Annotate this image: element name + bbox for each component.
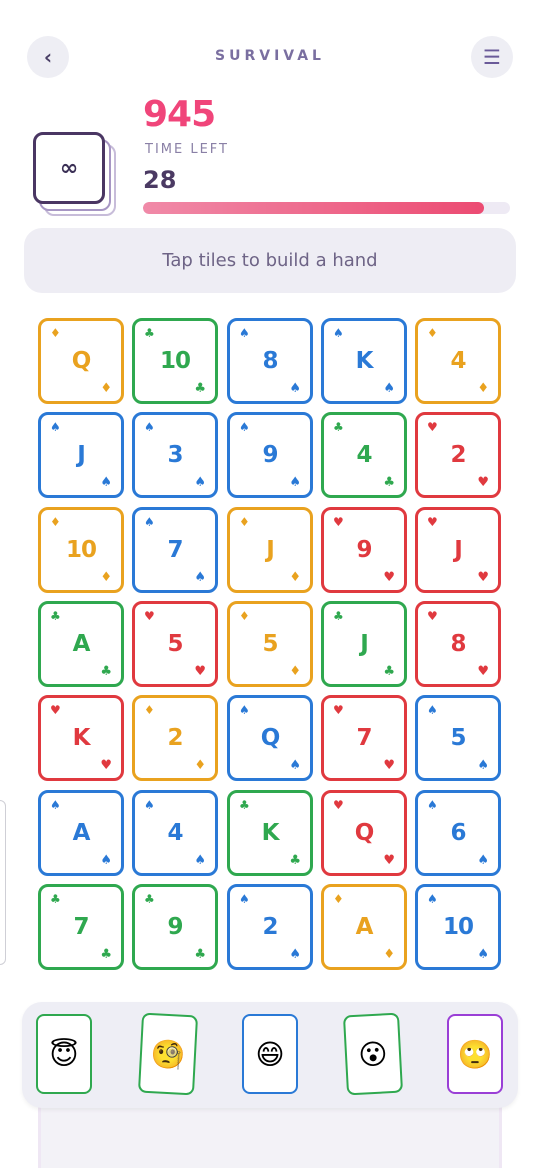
spades-suit-icon: ♠ — [383, 381, 395, 396]
card-tile[interactable]: ♥ 7 ♥ — [321, 695, 407, 781]
hearts-suit-icon: ♥ — [383, 570, 395, 585]
spades-suit-icon: ♠ — [100, 853, 112, 868]
card-tile[interactable]: ♣ 9 ♣ — [132, 884, 218, 970]
card-tile[interactable]: ♠ J ♠ — [38, 412, 124, 498]
spades-suit-icon: ♠ — [477, 758, 489, 773]
card-tile[interactable]: ♦ 5 ♦ — [227, 601, 313, 687]
diamonds-suit-icon: ♦ — [477, 381, 489, 396]
spades-suit-icon: ♠ — [289, 758, 301, 773]
card-tile[interactable]: ♦ A ♦ — [321, 884, 407, 970]
card-tile[interactable]: ♦ Q ♦ — [38, 318, 124, 404]
hearts-suit-icon: ♥ — [477, 475, 489, 490]
spades-suit-icon: ♠ — [477, 947, 489, 962]
deck-count: ∞ — [33, 132, 105, 204]
hearts-suit-icon: ♥ — [383, 758, 395, 773]
card-tile[interactable]: ♥ Q ♥ — [321, 790, 407, 876]
card-tile[interactable]: ♠ 3 ♠ — [132, 412, 218, 498]
card-tile[interactable]: ♦ 10 ♦ — [38, 507, 124, 593]
card-tile[interactable]: ♥ 8 ♥ — [415, 601, 501, 687]
card-tile[interactable]: ♥ K ♥ — [38, 695, 124, 781]
card-tile[interactable]: ♣ 4 ♣ — [321, 412, 407, 498]
card-tile[interactable]: ♥ 5 ♥ — [132, 601, 218, 687]
clubs-suit-icon: ♣ — [194, 381, 206, 396]
card-tile[interactable]: ♠ 9 ♠ — [227, 412, 313, 498]
card-tile[interactable]: ♣ 7 ♣ — [38, 884, 124, 970]
card-tile[interactable]: ♣ J ♣ — [321, 601, 407, 687]
card-tile[interactable]: ♠ 2 ♠ — [227, 884, 313, 970]
card-tile[interactable]: ♠ A ♠ — [38, 790, 124, 876]
diamonds-suit-icon: ♦ — [289, 570, 301, 585]
joker-grin-icon: 😄 — [255, 1037, 285, 1071]
card-tile[interactable]: ♠ K ♠ — [321, 318, 407, 404]
clubs-suit-icon: ♣ — [383, 475, 395, 490]
hamburger-menu-icon: ☰ — [483, 45, 501, 69]
hearts-suit-icon: ♥ — [383, 853, 395, 868]
joker-monocle-icon: 🧐 — [149, 1036, 187, 1072]
spades-suit-icon: ♠ — [289, 381, 301, 396]
spades-suit-icon: ♠ — [289, 475, 301, 490]
card-tile[interactable]: ♦ 4 ♦ — [415, 318, 501, 404]
diamonds-suit-icon: ♦ — [100, 570, 112, 585]
hint-banner: Tap tiles to build a hand — [24, 228, 516, 293]
card-tile[interactable]: ♠ 7 ♠ — [132, 507, 218, 593]
time-progress-bar — [143, 202, 510, 214]
diamonds-suit-icon: ♦ — [194, 758, 206, 773]
clubs-suit-icon: ♣ — [289, 853, 301, 868]
diamonds-suit-icon: ♦ — [289, 664, 301, 679]
score-value: 945 — [143, 94, 216, 135]
clubs-suit-icon: ♣ — [100, 947, 112, 962]
card-tile[interactable]: ♣ 10 ♣ — [132, 318, 218, 404]
spades-suit-icon: ♠ — [100, 475, 112, 490]
joker-card[interactable]: 😄 — [242, 1014, 298, 1094]
card-tile[interactable]: ♦ 2 ♦ — [132, 695, 218, 781]
clubs-suit-icon: ♣ — [383, 664, 395, 679]
joker-eyeroll-icon: 🙄 — [457, 1037, 493, 1071]
spades-suit-icon: ♠ — [194, 570, 206, 585]
hearts-suit-icon: ♥ — [477, 664, 489, 679]
card-tile[interactable]: ♣ A ♣ — [38, 601, 124, 687]
tray-backdrop — [38, 1100, 502, 1168]
spades-suit-icon: ♠ — [194, 853, 206, 868]
joker-card[interactable]: 😇 — [36, 1014, 92, 1094]
diamonds-suit-icon: ♦ — [383, 947, 395, 962]
menu-button[interactable]: ☰ — [471, 36, 513, 78]
card-tile[interactable]: ♠ 8 ♠ — [227, 318, 313, 404]
time-progress-fill — [143, 202, 485, 214]
joker-card[interactable]: 🙄 — [447, 1014, 503, 1094]
joker-card[interactable]: 😮 — [342, 1012, 404, 1096]
joker-tray: 😇 🧐 😄 😮 🙄 — [22, 1002, 518, 1108]
time-left-label: TIME LEFT — [145, 142, 229, 157]
clubs-suit-icon: ♣ — [194, 947, 206, 962]
page-title: SURVIVAL — [215, 48, 325, 64]
card-tile[interactable]: ♥ J ♥ — [415, 507, 501, 593]
hearts-suit-icon: ♥ — [100, 758, 112, 773]
card-tile[interactable]: ♠ 4 ♠ — [132, 790, 218, 876]
side-drawer-handle[interactable] — [0, 800, 6, 965]
joker-surprised-icon: 😮 — [357, 1036, 389, 1072]
card-tile[interactable]: ♦ J ♦ — [227, 507, 313, 593]
card-tile[interactable]: ♥ 9 ♥ — [321, 507, 407, 593]
hearts-suit-icon: ♥ — [477, 570, 489, 585]
card-tile[interactable]: ♠ Q ♠ — [227, 695, 313, 781]
diamonds-suit-icon: ♦ — [100, 381, 112, 396]
joker-halo-icon: 😇 — [49, 1037, 79, 1071]
clubs-suit-icon: ♣ — [100, 664, 112, 679]
time-left-value: 28 — [143, 166, 177, 194]
hearts-suit-icon: ♥ — [194, 664, 206, 679]
card-tile[interactable]: ♠ 6 ♠ — [415, 790, 501, 876]
spades-suit-icon: ♠ — [477, 853, 489, 868]
card-tile[interactable]: ♣ K ♣ — [227, 790, 313, 876]
spades-suit-icon: ♠ — [289, 947, 301, 962]
card-tile[interactable]: ♠ 10 ♠ — [415, 884, 501, 970]
spades-suit-icon: ♠ — [194, 475, 206, 490]
draw-deck: ∞ — [32, 130, 122, 220]
card-tile[interactable]: ♥ 2 ♥ — [415, 412, 501, 498]
joker-card[interactable]: 🧐 — [137, 1012, 199, 1096]
card-tile[interactable]: ♠ 5 ♠ — [415, 695, 501, 781]
